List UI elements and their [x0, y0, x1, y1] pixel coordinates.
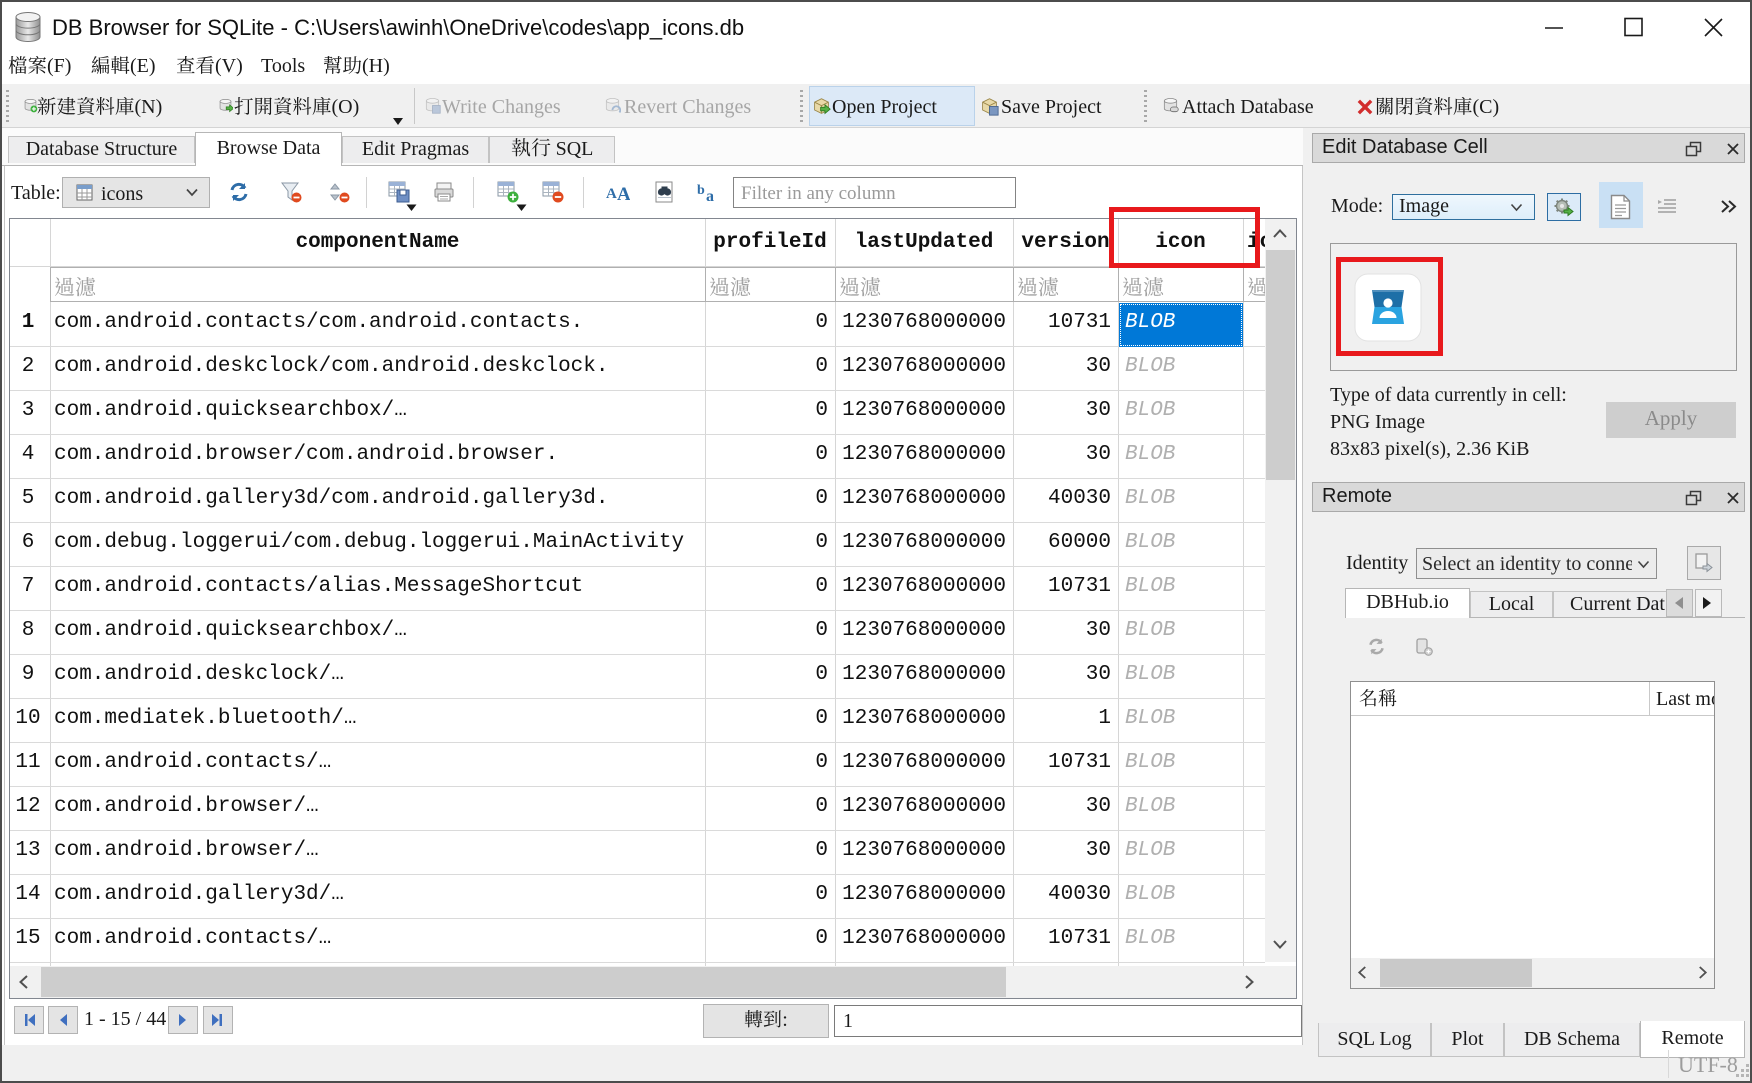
- svg-text:A: A: [617, 184, 630, 203]
- svg-text:A: A: [606, 186, 617, 202]
- svg-text:a: a: [706, 188, 714, 203]
- svg-text:b: b: [697, 183, 705, 198]
